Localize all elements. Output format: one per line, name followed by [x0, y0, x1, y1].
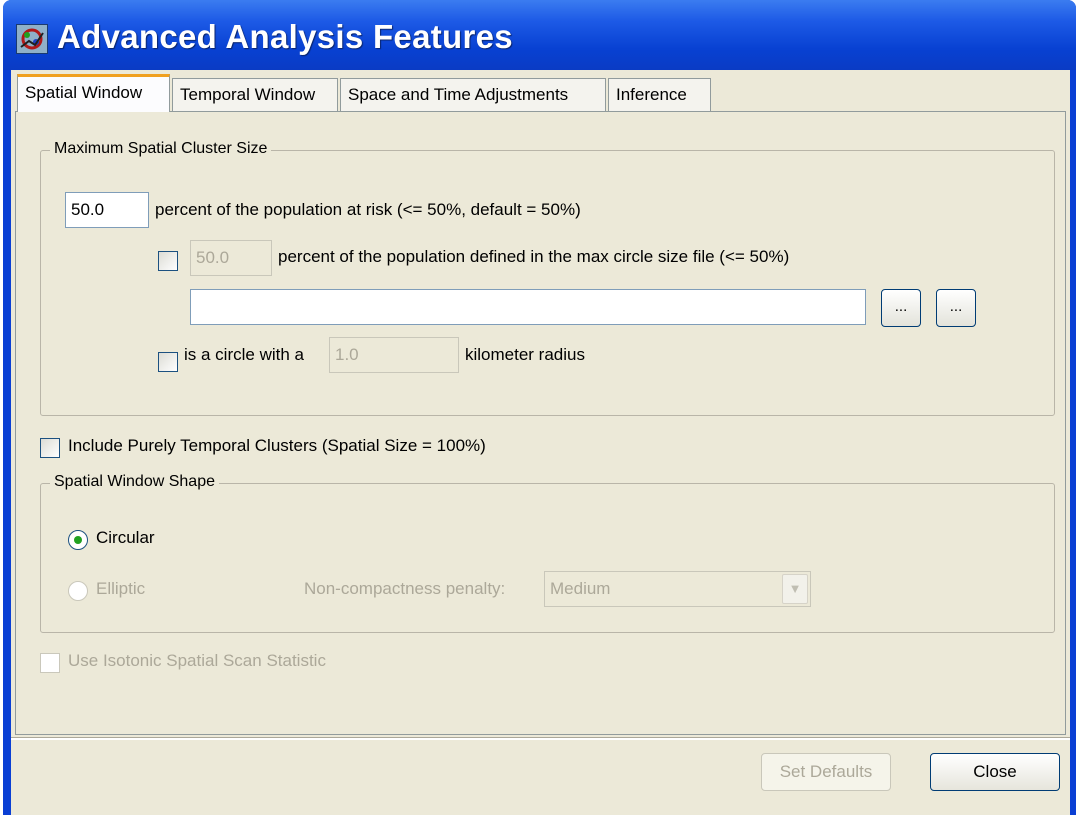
max-circle-file-percent-field[interactable]: 50.0 [190, 240, 272, 276]
max-percent-label: percent of the population at risk (<= 50… [155, 200, 581, 219]
circle-radius-label: is a circle with a [184, 345, 304, 364]
chevron-down-icon: ▼ [782, 574, 808, 604]
max-circle-file-path-field[interactable] [190, 289, 866, 325]
circle-radius-field[interactable]: 1.0 [329, 337, 459, 373]
app-icon [16, 24, 48, 54]
tab-temporal-window[interactable]: Temporal Window [172, 78, 338, 111]
tab-space-time-adjustments[interactable]: Space and Time Adjustments [340, 78, 606, 111]
max-cluster-size-legend: Maximum Spatial Cluster Size [50, 140, 272, 158]
browse-file-button[interactable]: ... [881, 289, 921, 327]
tab-inference[interactable]: Inference [608, 78, 711, 111]
elliptic-radio[interactable] [68, 581, 88, 601]
isotonic-label: Use Isotonic Spatial Scan Statistic [68, 651, 326, 670]
elliptic-label: Elliptic [96, 579, 146, 598]
max-circle-file-checkbox[interactable] [158, 251, 178, 271]
dialog-window: Advanced Analysis Features Spatial Windo… [3, 0, 1076, 815]
window-title: Advanced Analysis Features [57, 18, 513, 55]
circular-radio[interactable] [68, 530, 88, 550]
title-bar: Advanced Analysis Features [3, 0, 1076, 70]
tab-spatial-window[interactable]: Spatial Window [17, 74, 170, 112]
penalty-select[interactable]: Medium ▼ [544, 571, 811, 607]
radius-unit-label: kilometer radius [465, 345, 585, 364]
set-defaults-button[interactable]: Set Defaults [761, 753, 891, 791]
max-cluster-size-group [40, 150, 1055, 416]
spatial-window-panel: Maximum Spatial Cluster Size 50.0 percen… [15, 111, 1066, 735]
import-file-button[interactable]: ... [936, 289, 976, 327]
penalty-label: Non-compactness penalty: [304, 579, 506, 598]
max-percent-field[interactable]: 50.0 [65, 192, 149, 228]
circular-label: Circular [96, 528, 155, 547]
close-button[interactable]: Close [930, 753, 1060, 791]
include-temporal-clusters-label: Include Purely Temporal Clusters (Spatia… [68, 436, 486, 455]
footer-separator [11, 737, 1070, 740]
penalty-select-value: Medium [550, 579, 611, 598]
isotonic-checkbox[interactable] [40, 653, 60, 673]
max-circle-file-percent-label: percent of the population defined in the… [278, 247, 790, 266]
circle-radius-checkbox[interactable] [158, 352, 178, 372]
window-shape-group [40, 483, 1055, 633]
include-temporal-clusters-checkbox[interactable] [40, 438, 60, 458]
dialog-client-area: Spatial Window Temporal Window Space and… [11, 70, 1070, 815]
window-shape-legend: Spatial Window Shape [50, 473, 219, 491]
